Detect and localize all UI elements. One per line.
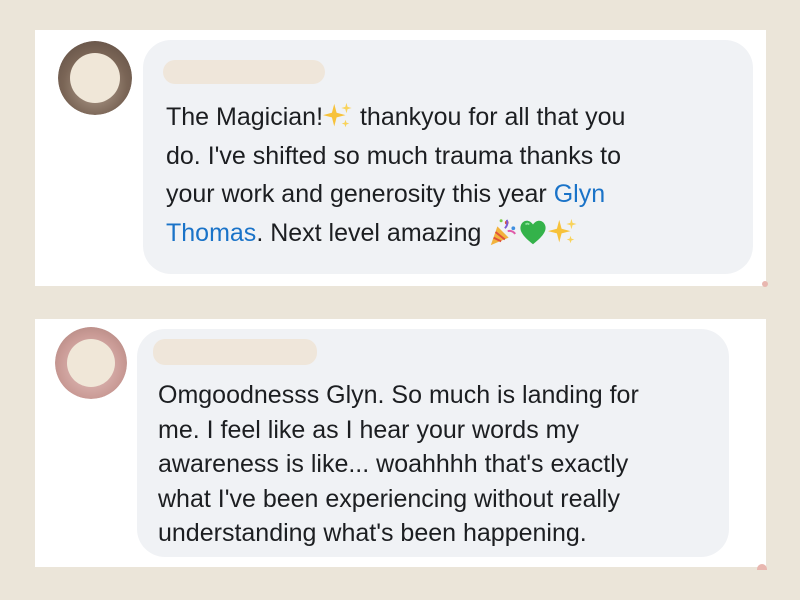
comment-line: Omgoodnesss Glyn. So much is landing for [158, 381, 639, 409]
reaction-icon[interactable] [757, 564, 767, 570]
comment-text: The Magician! thankyou for all that you … [166, 98, 741, 252]
sparkles-emoji-icon [548, 217, 578, 247]
comment-card: The Magician! thankyou for all that you … [35, 30, 768, 287]
avatar[interactable] [58, 41, 132, 115]
sparkles-emoji-icon [323, 101, 353, 131]
avatar-redaction [67, 339, 115, 387]
comment-line: The Magician! thankyou for all that you [166, 101, 626, 131]
commenter-name-redacted [153, 339, 317, 365]
comment-card: Omgoodnesss Glyn. So much is landing for… [35, 319, 767, 570]
commenter-name-redacted [163, 60, 325, 84]
comment-bubble: Omgoodnesss Glyn. So much is landing for… [137, 329, 729, 557]
comment-line: Thomas. Next level amazing [166, 214, 741, 253]
reaction-icon[interactable] [762, 281, 768, 287]
green-heart-emoji-icon [518, 217, 548, 247]
comment-text: Omgoodnesss Glyn. So much is landing for… [158, 378, 720, 551]
comment-line: do. I've shifted so much trauma thanks t… [166, 141, 622, 170]
comment-bubble: The Magician! thankyou for all that you … [143, 40, 753, 274]
comment-line: awareness is like... woahhhh that's exac… [158, 450, 629, 479]
avatar-redaction [70, 53, 120, 103]
party-popper-emoji-icon [488, 217, 518, 247]
mention-link[interactable]: Thomas [166, 219, 256, 247]
mention-link[interactable]: Glyn [554, 180, 605, 208]
comment-line: me. I feel like as I hear your words my [158, 415, 579, 444]
comment-line: what I've been experiencing without real… [158, 484, 620, 513]
comment-line: your work and generosity this year Glyn [166, 180, 606, 208]
comment-line: understanding what's been happening. [158, 519, 587, 548]
avatar[interactable] [55, 327, 127, 399]
